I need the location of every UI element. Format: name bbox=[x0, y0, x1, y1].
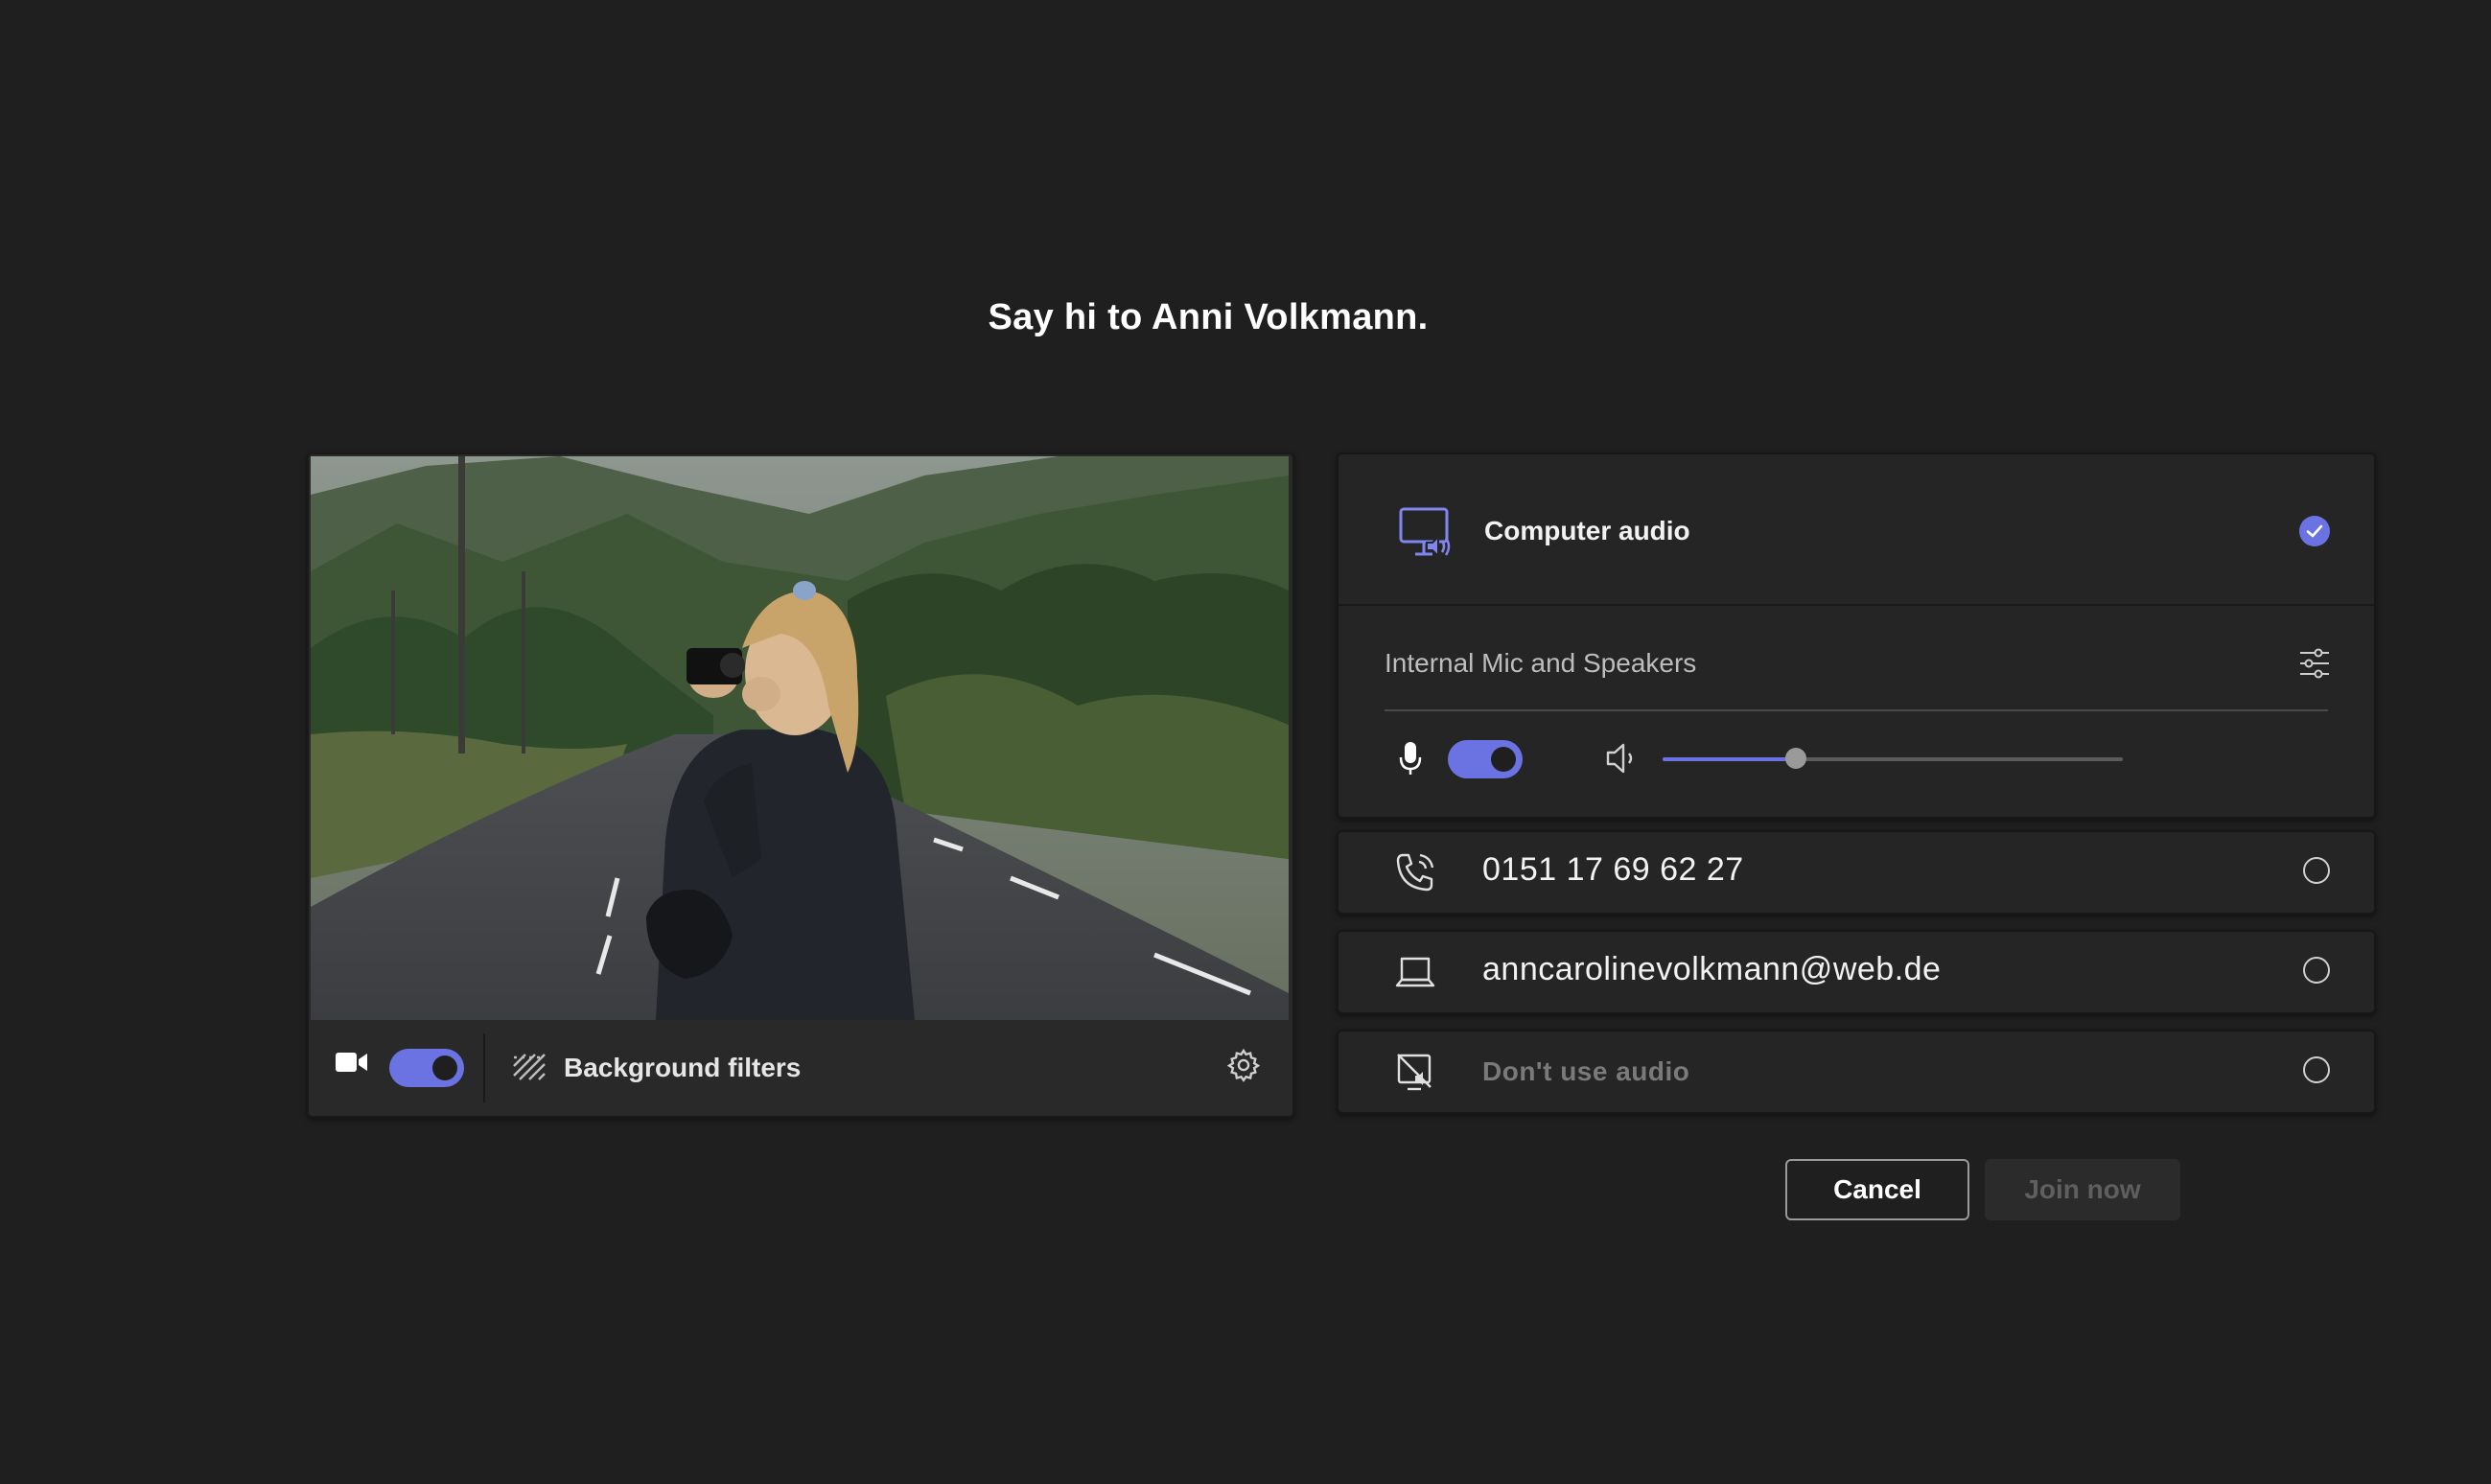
gear-icon[interactable] bbox=[1225, 1047, 1262, 1088]
camera-toggle[interactable] bbox=[389, 1049, 464, 1087]
microphone-icon bbox=[1398, 740, 1423, 781]
video-toolbar: Background filters bbox=[309, 1022, 1292, 1114]
computer-speaker-icon bbox=[1398, 506, 1452, 565]
volume-slider-thumb[interactable] bbox=[1785, 748, 1807, 769]
laptop-icon bbox=[1394, 951, 1436, 998]
microphone-toggle[interactable] bbox=[1448, 740, 1523, 778]
computer-audio-option[interactable]: Computer audio bbox=[1339, 454, 2374, 606]
volume-slider-fill bbox=[1663, 757, 1797, 761]
background-filters-button[interactable]: Background filters bbox=[564, 1053, 801, 1083]
adjust-settings-icon[interactable] bbox=[2297, 646, 2332, 685]
toolbar-divider bbox=[483, 1033, 485, 1102]
email-address-label: anncarolinevolkmann@web.de bbox=[1482, 951, 1942, 987]
phone-number-label: 0151 17 69 62 27 bbox=[1482, 851, 1744, 888]
video-preview-card: Background filters bbox=[307, 452, 1294, 1118]
no-audio-radio[interactable] bbox=[2303, 1056, 2330, 1083]
video-camera-icon bbox=[336, 1051, 368, 1078]
audio-device-name[interactable]: Internal Mic and Speakers bbox=[1385, 648, 1696, 679]
selected-check-icon bbox=[2299, 516, 2330, 546]
no-audio-label: Don't use audio bbox=[1482, 1056, 1690, 1086]
device-divider bbox=[1385, 709, 2328, 711]
computer-audio-label: Computer audio bbox=[1484, 516, 1690, 545]
speaker-volume-icon bbox=[1605, 740, 1638, 781]
phone-call-icon bbox=[1394, 851, 1436, 898]
computer-audio-panel: Computer audio Internal Mic and Speakers bbox=[1337, 452, 2376, 819]
join-now-button[interactable]: Join now bbox=[1985, 1159, 2180, 1220]
no-audio-option[interactable]: Don't use audio bbox=[1337, 1030, 2376, 1114]
email-audio-option[interactable]: anncarolinevolkmann@web.de bbox=[1337, 930, 2376, 1014]
email-audio-radio[interactable] bbox=[2303, 957, 2330, 984]
camera-preview bbox=[311, 456, 1289, 1020]
page-title: Say hi to Anni Volkmann. bbox=[988, 297, 1429, 337]
volume-slider[interactable] bbox=[1663, 748, 2123, 769]
background-filters-icon[interactable] bbox=[512, 1053, 547, 1086]
phone-audio-option[interactable]: 0151 17 69 62 27 bbox=[1337, 830, 2376, 915]
phone-audio-radio[interactable] bbox=[2303, 857, 2330, 884]
no-audio-icon bbox=[1394, 1051, 1436, 1098]
cancel-button[interactable]: Cancel bbox=[1785, 1159, 1969, 1220]
